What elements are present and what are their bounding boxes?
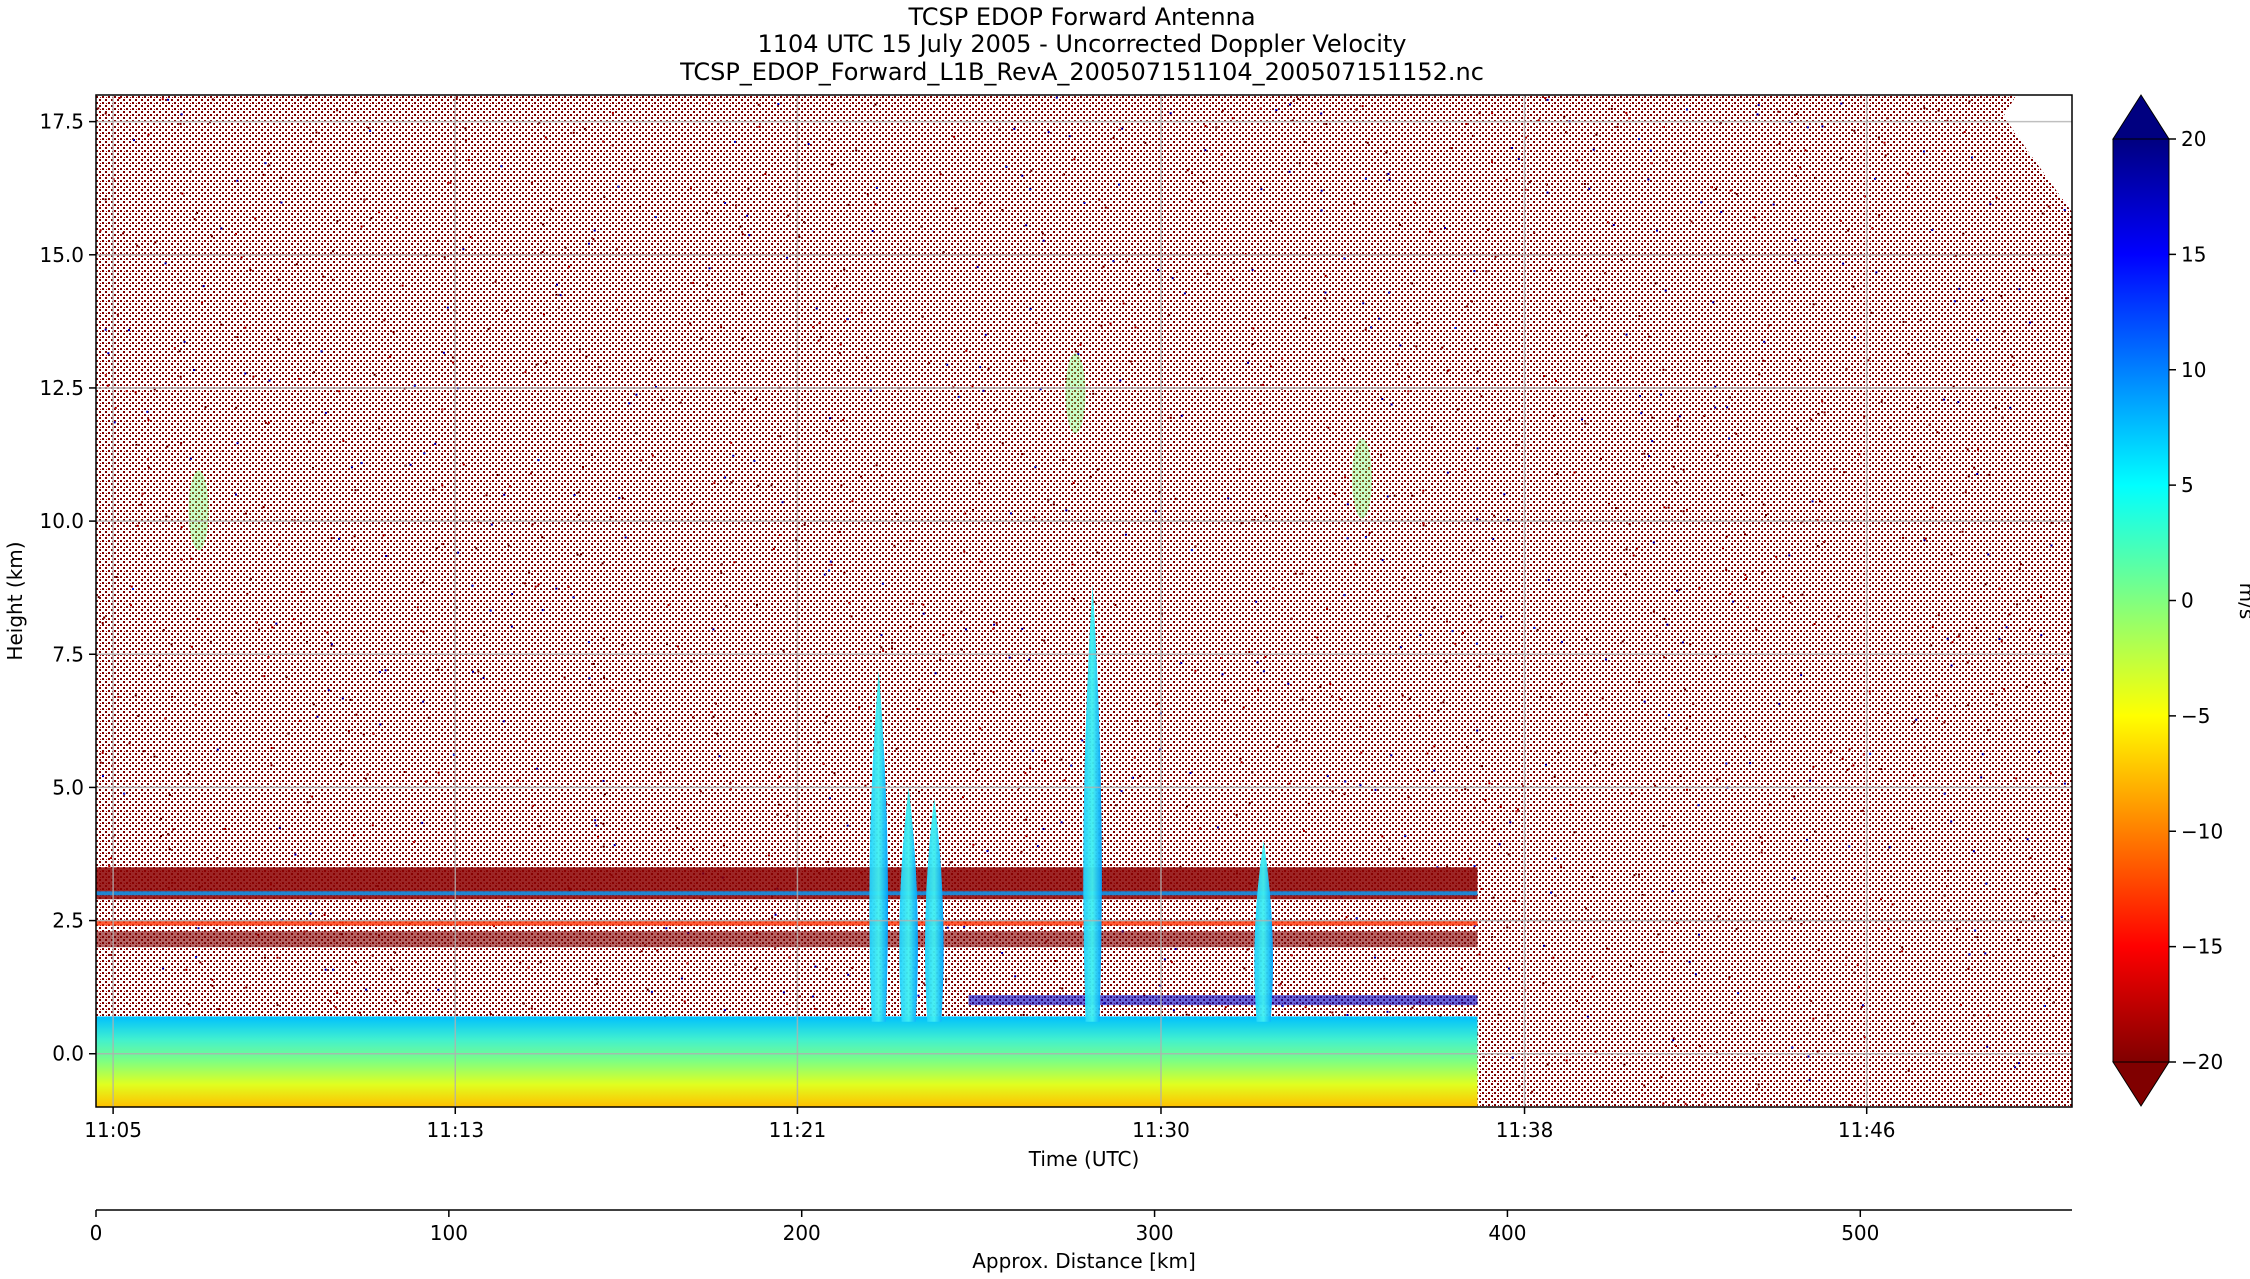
- x-axis-label: Time (UTC): [1028, 1147, 1140, 1171]
- y-tick-label: 15.0: [39, 243, 84, 267]
- y-tick-label: 10.0: [39, 509, 84, 533]
- figure-svg: TCSP EDOP Forward Antenna 1104 UTC 15 Ju…: [3, 3, 2250, 1273]
- y-axis: 0.0 2.5 5.0 7.5 10.0 12.5 15.0 17.5: [39, 110, 96, 1066]
- y-tick-label: 2.5: [52, 909, 84, 933]
- colorbar-tick-label: 10: [2181, 358, 2206, 382]
- colorbar-label: m/s: [2235, 583, 2250, 620]
- chart-title-line-1: TCSP EDOP Forward Antenna: [907, 3, 1255, 31]
- colorbar-tick-label: 0: [2181, 589, 2194, 613]
- plot-area: 11:05 11:13 11:21 11:30 11:38 11:46 0.0 2.5 5.0…: [39, 94, 2073, 1142]
- colorbar-tick-label: −5: [2181, 704, 2210, 728]
- low-blue-layer: [968, 995, 1478, 1006]
- y-axis-label: Height (km): [3, 541, 27, 660]
- colorbar-tick-label: 20: [2181, 127, 2206, 151]
- aloft-echo-3: [1352, 438, 1373, 519]
- chart-title-line-3: TCSP_EDOP_Forward_L1B_RevA_200507151104_…: [679, 58, 1484, 86]
- y-tick-label: 12.5: [39, 376, 84, 400]
- distance-axis-label: Approx. Distance [km]: [972, 1249, 1196, 1273]
- velocity-field: [96, 95, 2072, 1107]
- x-tick-label: 11:05: [84, 1118, 142, 1142]
- y-tick-label: 7.5: [52, 642, 84, 666]
- y-tick-label: 0.0: [52, 1042, 84, 1066]
- figure: TCSP EDOP Forward Antenna 1104 UTC 15 Ju…: [0, 0, 2250, 1275]
- aloft-echo-1: [188, 470, 209, 551]
- colorbar-extend-min: [2112, 1061, 2170, 1107]
- x-axis: 11:05 11:13 11:21 11:30 11:38 11:46: [84, 1107, 1896, 1142]
- distance-tick-label: 300: [1135, 1221, 1173, 1245]
- colorbar-ticks: 20 15 10 5 0 −5 −10 −15 −20: [2169, 127, 2223, 1074]
- colorbar-tick-label: 5: [2181, 473, 2194, 497]
- distance-tick-label: 0: [90, 1221, 103, 1245]
- y-tick-label: 17.5: [39, 110, 84, 134]
- x-tick-label: 11:46: [1838, 1118, 1896, 1142]
- distance-ticks: 0 100 200 300 400 500: [90, 1210, 1879, 1245]
- distance-tick-label: 500: [1841, 1221, 1879, 1245]
- colorbar: 20 15 10 5 0 −5 −10 −15 −20 m/s: [2112, 94, 2250, 1107]
- distance-axis: 0 100 200 300 400 500: [90, 1209, 2072, 1245]
- colorbar-tick-label: −10: [2181, 819, 2223, 843]
- colorbar-extend-max: [2112, 94, 2170, 140]
- colorbar-tick-label: −20: [2181, 1050, 2223, 1074]
- x-tick-label: 11:30: [1132, 1118, 1190, 1142]
- colorbar-tick-label: 15: [2181, 242, 2206, 266]
- chart-title-line-2: 1104 UTC 15 July 2005 - Uncorrected Dopp…: [757, 30, 1406, 58]
- x-tick-label: 11:38: [1496, 1118, 1554, 1142]
- colorbar-gradient: [2112, 138, 2170, 1063]
- distance-tick-label: 200: [783, 1221, 821, 1245]
- y-tick-label: 5.0: [52, 775, 84, 799]
- aloft-echo-2: [1065, 353, 1086, 434]
- colorbar-tick-label: −15: [2181, 935, 2223, 959]
- surface-return-band: [96, 1016, 1478, 1107]
- x-tick-label: 11:13: [426, 1118, 484, 1142]
- distance-tick-label: 100: [430, 1221, 468, 1245]
- x-tick-label: 11:21: [769, 1118, 827, 1142]
- bright-band-blue-line: [96, 891, 1478, 896]
- distance-tick-label: 400: [1488, 1221, 1526, 1245]
